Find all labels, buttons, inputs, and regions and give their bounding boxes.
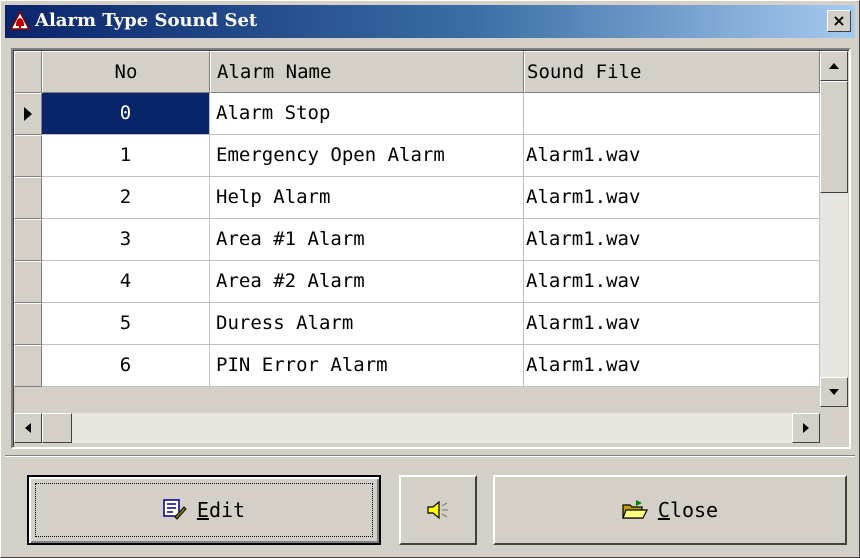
arrow-left-icon (25, 423, 31, 433)
close-window-button[interactable]: × (827, 10, 851, 32)
window-title: Alarm Type Sound Set (35, 10, 258, 31)
cell-alarm-name[interactable]: Help Alarm (210, 177, 524, 219)
play-sound-button[interactable] (399, 475, 477, 545)
close-button[interactable]: Close (493, 475, 847, 545)
cell-alarm-name[interactable]: Alarm Stop (210, 93, 524, 135)
edit-label: Edit (196, 498, 246, 522)
horizontal-scrollbar[interactable] (14, 413, 820, 443)
vertical-scrollbar[interactable] (820, 51, 848, 407)
cell-no[interactable]: 6 (42, 345, 210, 387)
current-row-arrow-icon (24, 107, 32, 121)
scroll-right-button[interactable] (792, 413, 820, 443)
row-indicator[interactable] (14, 261, 42, 303)
speaker-icon (427, 500, 448, 520)
scroll-down-button[interactable] (820, 377, 848, 407)
row-indicator[interactable] (14, 135, 42, 177)
alarm-sound-dialog: Alarm Type Sound Set × No Alarm Name Sou… (0, 0, 860, 558)
scroll-left-button[interactable] (14, 413, 42, 443)
alarm-bell-icon (9, 10, 31, 30)
column-header-sound-file[interactable]: Sound File (524, 51, 820, 93)
row-indicator[interactable] (14, 219, 42, 261)
cell-sound-file[interactable]: Alarm1.wav (524, 219, 820, 261)
cell-no[interactable]: 4 (42, 261, 210, 303)
cell-alarm-name[interactable]: Duress Alarm (210, 303, 524, 345)
cell-no[interactable]: 5 (42, 303, 210, 345)
header-corner (14, 51, 42, 93)
arrow-right-icon (803, 423, 809, 433)
row-indicator[interactable] (14, 177, 42, 219)
cell-sound-file[interactable]: Alarm1.wav (524, 261, 820, 303)
cell-no[interactable]: 0 (42, 93, 210, 135)
cell-sound-file[interactable]: Alarm1.wav (524, 135, 820, 177)
cell-sound-file[interactable] (524, 93, 820, 135)
close-icon: × (832, 11, 846, 30)
cell-sound-file[interactable]: Alarm1.wav (524, 177, 820, 219)
title-bar[interactable]: Alarm Type Sound Set × (5, 5, 855, 38)
button-separator (5, 455, 855, 457)
cell-alarm-name[interactable]: Area #2 Alarm (210, 261, 524, 303)
cell-alarm-name[interactable]: PIN Error Alarm (210, 345, 524, 387)
edit-icon (163, 499, 187, 520)
close-label: Close (657, 498, 719, 522)
arrow-down-icon (829, 389, 839, 395)
cell-alarm-name[interactable]: Emergency Open Alarm (210, 135, 524, 177)
folder-open-icon (622, 500, 648, 519)
vertical-scroll-thumb[interactable] (820, 81, 848, 193)
edit-button[interactable]: Edit (27, 475, 381, 545)
cell-no[interactable]: 2 (42, 177, 210, 219)
arrow-up-icon (829, 63, 839, 69)
scrollbar-corner (820, 407, 848, 443)
column-header-no[interactable]: No (42, 51, 210, 93)
row-indicator[interactable] (14, 345, 42, 387)
horizontal-scroll-thumb[interactable] (42, 413, 72, 443)
row-indicator[interactable] (14, 303, 42, 345)
cell-no[interactable]: 1 (42, 135, 210, 177)
cell-sound-file[interactable]: Alarm1.wav (524, 303, 820, 345)
cell-sound-file[interactable]: Alarm1.wav (524, 345, 820, 387)
alarm-grid[interactable]: No Alarm Name Sound File 0 Alarm Stop 1 Eme… (11, 48, 851, 449)
scroll-up-button[interactable] (820, 51, 848, 81)
column-header-alarm-name[interactable]: Alarm Name (210, 51, 524, 93)
cell-alarm-name[interactable]: Area #1 Alarm (210, 219, 524, 261)
row-indicator[interactable] (14, 93, 42, 135)
cell-no[interactable]: 3 (42, 219, 210, 261)
